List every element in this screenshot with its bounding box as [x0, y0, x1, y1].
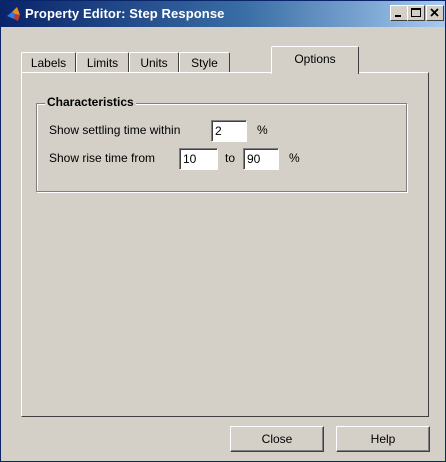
options-panel: Characteristics Show settling time withi…: [21, 72, 429, 417]
rise-time-unit: %: [289, 151, 300, 165]
settling-time-unit: %: [257, 123, 268, 137]
rise-time-label: Show rise time from: [49, 151, 156, 165]
minimize-button[interactable]: [390, 5, 408, 21]
maximize-button[interactable]: [407, 5, 425, 21]
close-icon: [430, 8, 439, 17]
minimize-icon: [395, 15, 401, 17]
close-window-button[interactable]: [426, 5, 444, 21]
title-bar[interactable]: Property Editor: Step Response: [1, 1, 445, 27]
property-editor-window: Property Editor: Step Response Labels Li…: [0, 0, 446, 462]
tab-labels[interactable]: Labels: [21, 52, 76, 73]
rise-time-to-input[interactable]: 90: [243, 148, 279, 170]
help-button[interactable]: Help: [336, 426, 430, 452]
settling-time-label: Show settling time within: [49, 123, 181, 137]
tab-options[interactable]: Options: [271, 46, 359, 74]
characteristics-group: Characteristics Show settling time withi…: [36, 95, 407, 192]
window-title: Property Editor: Step Response: [25, 6, 225, 21]
tab-units[interactable]: Units: [129, 52, 179, 73]
rise-time-to-label: to: [225, 151, 236, 165]
settling-time-input[interactable]: 2: [211, 120, 247, 142]
close-button[interactable]: Close: [230, 426, 324, 452]
characteristics-title: Characteristics: [45, 95, 136, 109]
matlab-icon: [6, 6, 22, 22]
tab-limits[interactable]: Limits: [76, 52, 129, 73]
maximize-icon: [411, 8, 421, 17]
rise-time-from-input[interactable]: 10: [179, 148, 218, 170]
tab-style[interactable]: Style: [179, 52, 230, 73]
